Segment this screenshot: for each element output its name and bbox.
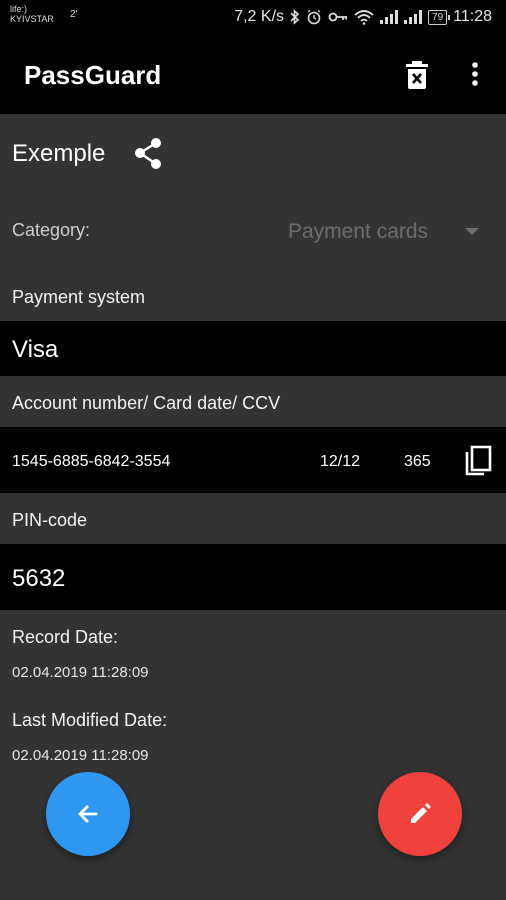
- status-bar: life:) KYIVSTAR 2' 7,2 K/s 79 11:28: [0, 0, 506, 36]
- copy-button[interactable]: [462, 444, 494, 478]
- modified-date-value: 02.04.2019 11:28:09: [12, 747, 149, 764]
- pin-field[interactable]: 5632: [0, 544, 506, 610]
- carrier-line-1: life:): [10, 4, 28, 14]
- share-button[interactable]: [132, 136, 164, 172]
- card-ccv: 365: [404, 453, 431, 470]
- card-date: 12/12: [320, 453, 361, 470]
- card-details-field[interactable]: 1545-6885-6842-3554 12/12 365: [0, 427, 506, 493]
- back-button[interactable]: [46, 772, 130, 856]
- category-label: Category:: [12, 220, 91, 240]
- card-number: 1545-6885-6842-3554: [12, 453, 171, 470]
- card-details-label: Account number/ Card date/ CCV: [12, 393, 281, 413]
- pencil-icon: [411, 803, 431, 823]
- signal-icon-1: [380, 10, 399, 24]
- delete-button[interactable]: [404, 60, 430, 90]
- delete-x-icon: [406, 61, 428, 89]
- pin-label: PIN-code: [12, 510, 88, 530]
- more-options-button[interactable]: [462, 60, 488, 90]
- payment-system-label: Payment system: [12, 287, 146, 307]
- dropdown-arrow-icon[interactable]: [462, 224, 482, 238]
- record-title: Exemple: [12, 140, 106, 167]
- status-indicators: 7,2 K/s 79 11:28: [234, 8, 492, 26]
- edit-button[interactable]: [378, 772, 462, 856]
- clock: 11:28: [453, 8, 492, 25]
- alarm-icon: [307, 9, 321, 25]
- arrow-back-icon: [78, 805, 98, 823]
- bluetooth-icon: [290, 9, 300, 25]
- carrier-superscript: 2': [70, 9, 78, 20]
- record-date-value: 02.04.2019 11:28:09: [12, 664, 149, 681]
- copy-icon: [465, 445, 492, 476]
- wifi-icon: [354, 10, 374, 25]
- share-icon: [135, 138, 161, 169]
- battery-icon: 79: [428, 9, 451, 25]
- carrier-line-2: KYIVSTAR: [10, 14, 54, 24]
- key-icon: [328, 12, 348, 22]
- app-title: PassGuard: [24, 60, 162, 90]
- network-speed: 7,2 K/s: [234, 8, 285, 25]
- payment-system-field[interactable]: Visa: [0, 321, 506, 376]
- carrier-info: life:) KYIVSTAR 2': [10, 4, 77, 24]
- pin-value: 5632: [12, 565, 66, 592]
- payment-system-value: Visa: [12, 336, 59, 363]
- modified-date-label: Last Modified Date:: [12, 710, 168, 730]
- app-bar: PassGuard: [0, 36, 506, 114]
- category-select[interactable]: Payment cards: [288, 220, 428, 244]
- record-date-label: Record Date:: [12, 627, 119, 647]
- signal-icon-2: [404, 10, 423, 24]
- more-vert-icon: [472, 62, 478, 86]
